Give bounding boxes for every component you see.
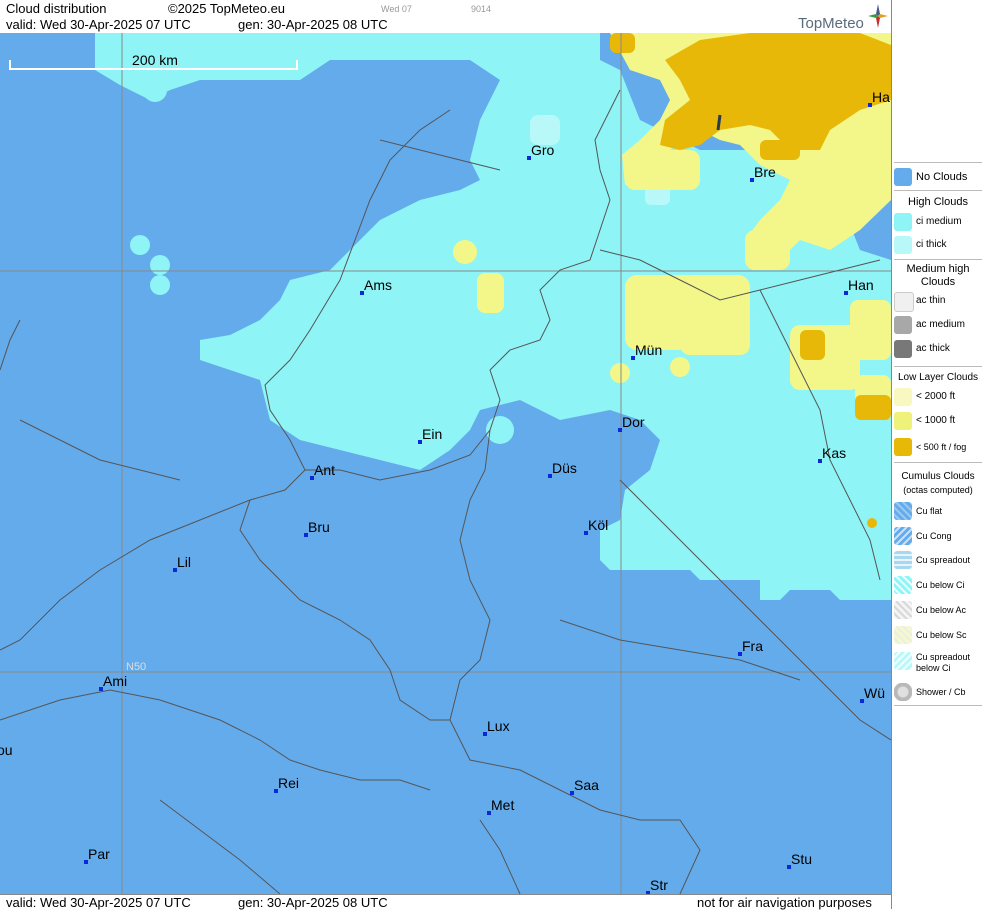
footer: valid: Wed 30-Apr-2025 07 UTC gen: 30-Ap… <box>0 894 891 910</box>
river-inlet <box>716 114 722 131</box>
map-canvas: 200 km N50 Gro Bre Ha Ams Han Mün Dor Ein Ant Düs… <box>0 33 891 894</box>
cu-below-ci-swatch <box>894 576 912 594</box>
legend-ci-thick: ci thick <box>916 239 947 250</box>
legend-panel: No Clouds High Clouds ci medium ci thick… <box>891 0 983 909</box>
compass-logo-icon <box>868 4 888 28</box>
grid-label: N50 <box>126 661 146 673</box>
legend-ac-thick: ac thick <box>916 343 950 354</box>
legend-low-500: < 500 ft / fog <box>916 442 967 452</box>
ac-thin-swatch <box>894 292 914 312</box>
legend-high-clouds: High Clouds <box>908 196 968 208</box>
low-1000-swatch <box>894 412 912 430</box>
legend-ci-medium: ci medium <box>916 216 962 227</box>
disclaimer: not for air navigation purposes <box>697 895 872 910</box>
legend-cu-spreadout: Cu spreadout <box>916 555 971 565</box>
city-label: Gro <box>531 142 555 158</box>
city-label: Han <box>848 277 874 293</box>
ac-medium-swatch <box>894 316 912 334</box>
legend-cumulus: Cumulus Clouds <box>901 471 975 482</box>
legend-cu-below-ac: Cu below Ac <box>916 605 967 615</box>
small-day: Wed 07 <box>381 4 412 14</box>
city-label: Par <box>88 846 110 862</box>
city-label: ou <box>0 742 13 758</box>
low-500-swatch <box>894 438 912 456</box>
low-2000-swatch <box>894 388 912 406</box>
city-label: Kas <box>822 445 846 461</box>
cu-flat-swatch <box>894 502 912 520</box>
city-label: Ami <box>103 673 127 689</box>
legend-cu-flat: Cu flat <box>916 506 943 516</box>
cu-spreadout-below-ci-swatch <box>894 652 912 670</box>
city-label: Düs <box>552 460 577 476</box>
city-label: Stu <box>791 851 812 867</box>
legend-ac-medium: ac medium <box>916 319 965 330</box>
valid-time: valid: Wed 30-Apr-2025 07 UTC <box>6 17 191 32</box>
cloud-map[interactable]: 200 km N50 Gro Bre Ha Ams Han Mün Dor Ein Ant Düs… <box>0 33 891 894</box>
city-label: Köl <box>588 517 608 533</box>
city-label: Fra <box>742 638 763 654</box>
cu-cong-swatch <box>894 527 912 545</box>
cu-spreadout-swatch <box>894 551 912 569</box>
city-label: Ha <box>872 89 890 105</box>
city-label: Str <box>650 877 668 893</box>
footer-generated-time: gen: 30-Apr-2025 08 UTC <box>238 895 388 910</box>
city-label: Bre <box>754 164 776 180</box>
city-label: Bru <box>308 519 330 535</box>
footer-valid-time: valid: Wed 30-Apr-2025 07 UTC <box>6 895 191 910</box>
brand-name: TopMeteo <box>798 15 864 32</box>
generated-time: gen: 30-Apr-2025 08 UTC <box>238 17 388 32</box>
city-label: Dor <box>622 414 645 430</box>
city-label: Rei <box>278 775 299 791</box>
city-label: Met <box>491 797 514 813</box>
legend-shower-cb: Shower / Cb <box>916 687 966 697</box>
ac-thick-swatch <box>894 340 912 358</box>
legend-cu-below-ci: Cu below Ci <box>916 580 965 590</box>
legend-cumulus-sub: (octas computed) <box>903 485 973 495</box>
shower-cb-swatch <box>894 683 912 701</box>
legend-medium-high: Medium high Clouds <box>906 263 970 288</box>
cu-below-ac-swatch <box>894 601 912 619</box>
map-title: Cloud distribution <box>6 1 107 16</box>
ci-thick-swatch <box>894 236 912 254</box>
cu-below-sc-swatch <box>894 626 912 644</box>
legend-low-layer: Low Layer Clouds <box>897 372 979 383</box>
city-label: Ams <box>364 277 392 293</box>
header: Cloud distribution ©2025 TopMeteo.eu Wed… <box>0 0 891 33</box>
city-label: Saa <box>574 777 599 793</box>
legend-ac-thin: ac thin <box>916 295 946 306</box>
city-label: Ant <box>314 462 335 478</box>
city-label: Lil <box>177 554 191 570</box>
scale-label: 200 km <box>132 52 178 68</box>
city-label: Mün <box>635 342 662 358</box>
city-label: Wü <box>864 685 885 701</box>
no-clouds-swatch <box>894 168 912 186</box>
copyright: ©2025 TopMeteo.eu <box>168 1 286 16</box>
city-label: Ein <box>422 426 442 442</box>
legend-cu-below-sc: Cu below Sc <box>916 630 967 640</box>
ci-medium-swatch <box>894 213 912 231</box>
small-code: 9014 <box>471 4 492 14</box>
city-label: Lux <box>487 718 510 734</box>
legend-no-clouds: No Clouds <box>916 171 968 183</box>
legend-low-2000: < 2000 ft <box>916 391 956 402</box>
legend-cu-cong: Cu Cong <box>916 531 952 541</box>
legend-low-1000: < 1000 ft <box>916 415 956 426</box>
legend-cu-spreadout-below-ci: Cu spreadout below Ci <box>916 652 971 673</box>
